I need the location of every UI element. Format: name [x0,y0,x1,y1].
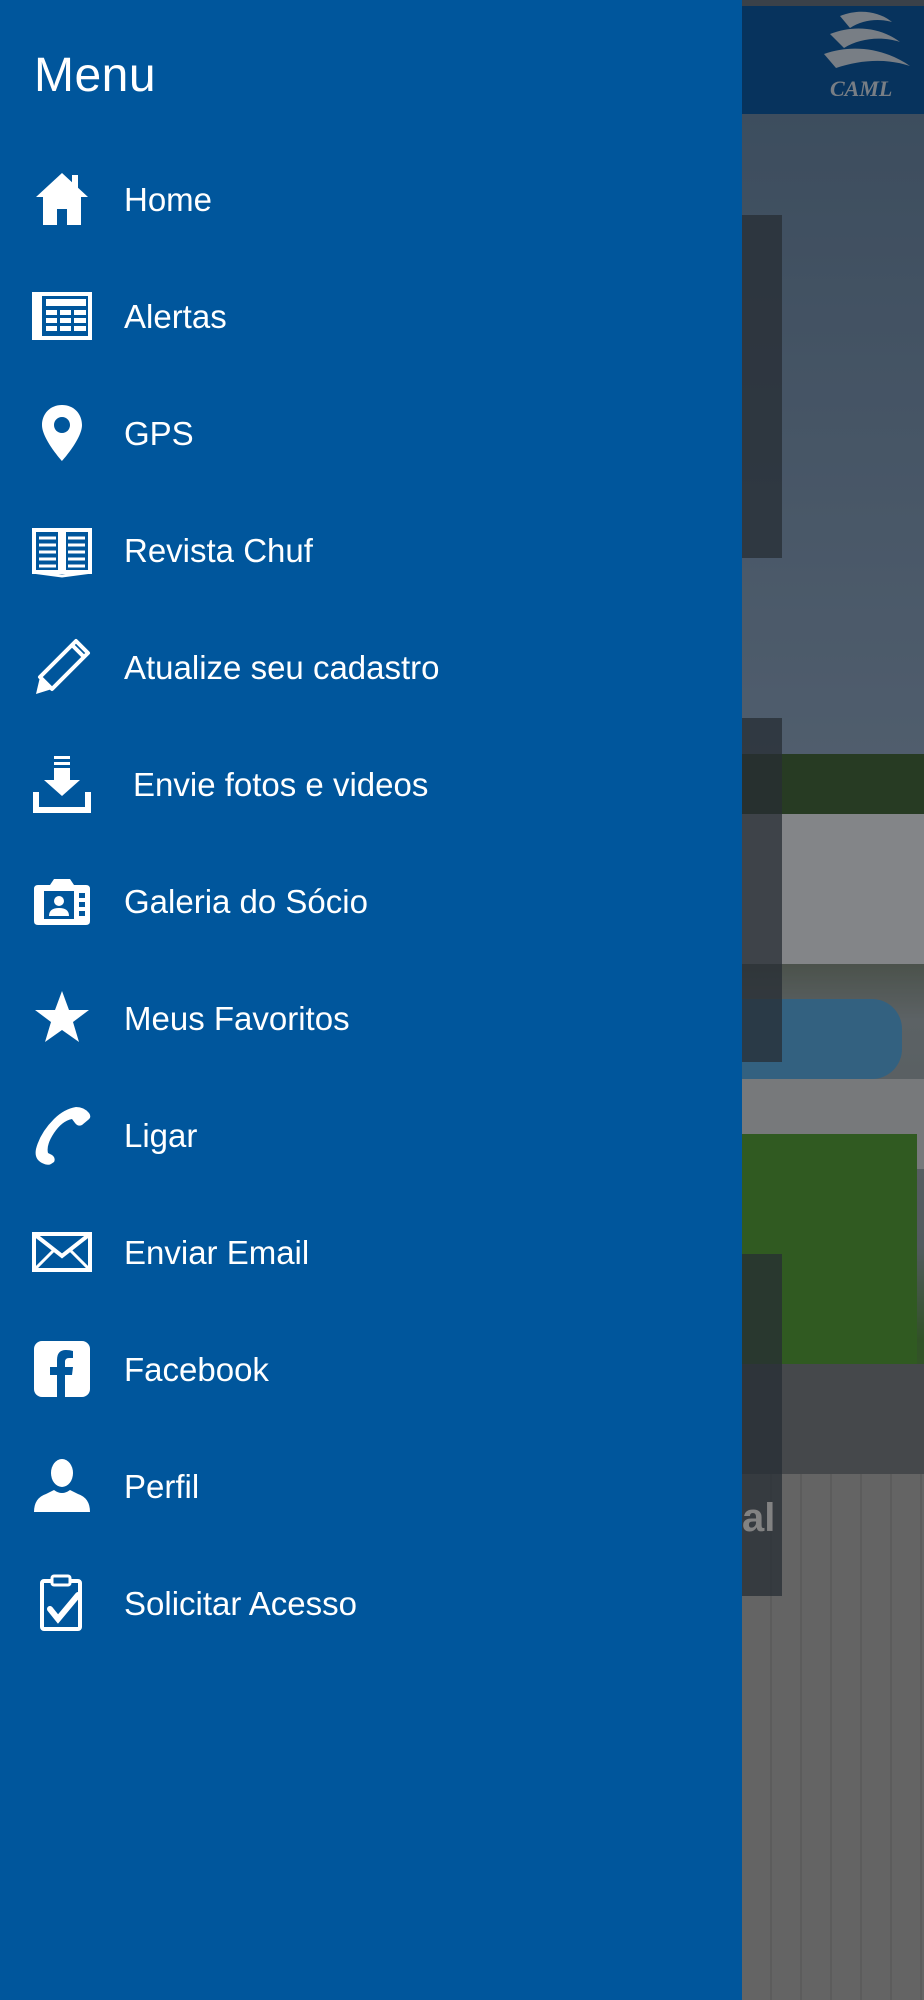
menu-item-alertas[interactable]: Alertas [0,258,742,375]
menu-item-gps[interactable]: GPS [0,375,742,492]
menu-item-ligar[interactable]: Ligar [0,1077,742,1194]
phone-icon [32,1105,92,1165]
clipboard-check-icon [32,1573,92,1633]
star-icon [32,988,92,1048]
menu-item-galeria-socio[interactable]: Galeria do Sócio [0,843,742,960]
download-icon [32,754,92,814]
menu-item-label: Revista Chuf [124,531,313,569]
menu-item-solicitar-acesso[interactable]: Solicitar Acesso [0,1545,742,1662]
envelope-icon [32,1222,92,1282]
menu-item-label: Solicitar Acesso [124,1584,357,1622]
menu-item-envie-fotos[interactable]: Envie fotos e videos [0,726,742,843]
menu-item-revista-chuf[interactable]: Revista Chuf [0,492,742,609]
drawer-title: Menu [34,49,157,102]
menu-item-label: Meus Favoritos [124,999,350,1037]
user-icon [32,1456,92,1516]
menu-item-label: Ligar [124,1116,198,1154]
camera-portrait-icon [32,871,92,931]
menu-item-enviar-email[interactable]: Enviar Email [0,1194,742,1311]
menu-item-label: GPS [124,414,194,452]
menu-item-meus-favoritos[interactable]: Meus Favoritos [0,960,742,1077]
pencil-icon [32,637,92,697]
menu-item-label: Enviar Email [124,1233,310,1271]
menu-item-label: Alertas [124,297,227,335]
menu-item-label: Facebook [124,1350,269,1388]
open-book-icon [32,520,92,580]
newspaper-icon [32,286,92,346]
menu-item-home[interactable]: Home [0,141,742,258]
facebook-icon [32,1339,92,1399]
menu-item-facebook[interactable]: Facebook [0,1311,742,1428]
home-icon [32,169,92,229]
map-pin-icon [32,403,92,463]
menu-list: Home Alertas GPS Revista Chuf Atualize s… [0,141,742,1662]
menu-item-label: Atualize seu cadastro [124,648,440,686]
menu-item-label: Envie fotos e videos [133,765,429,803]
menu-item-label: Galeria do Sócio [124,882,368,920]
navigation-drawer: Menu Home Alertas GPS Revista Chuf Atual… [0,0,742,2000]
menu-item-perfil[interactable]: Perfil [0,1428,742,1545]
menu-item-label: Perfil [124,1467,200,1505]
menu-item-atualize-cadastro[interactable]: Atualize seu cadastro [0,609,742,726]
menu-item-label: Home [124,180,213,218]
